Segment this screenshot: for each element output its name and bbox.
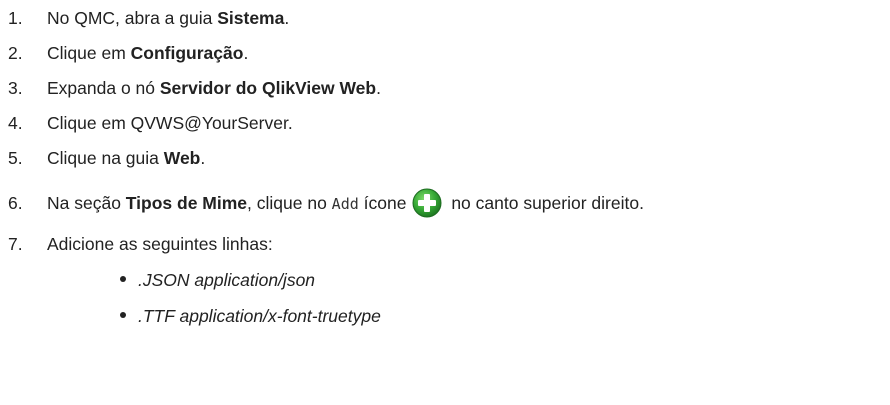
bullet-item: .JSON application/json xyxy=(120,265,315,295)
add-plus-circle-icon xyxy=(412,188,442,227)
ui-term: Servidor do QlikView Web xyxy=(159,78,377,98)
bullet-text: .JSON application/json xyxy=(138,270,316,290)
step-text: no canto superior direito. xyxy=(446,193,644,213)
code-term: Add xyxy=(331,195,359,213)
ui-term: Tipos de Mime xyxy=(125,193,248,213)
step-number: 6. xyxy=(8,193,23,213)
step-number: 7. xyxy=(8,234,23,254)
ui-term: Sistema xyxy=(217,8,285,28)
step-text: Clique em QVWS@YourServer. xyxy=(47,113,293,133)
step-number: 3. xyxy=(8,78,23,98)
step-text: ícone xyxy=(358,193,407,213)
step-text: Clique em xyxy=(47,43,131,63)
ui-term: Configuração xyxy=(130,43,244,63)
step-text: No QMC, abra a guia xyxy=(47,8,218,28)
step-number: 2. xyxy=(8,43,23,63)
step-text: Clique na guia xyxy=(47,148,164,168)
bullet-dot xyxy=(120,276,126,283)
step-text: Na seção xyxy=(47,193,126,213)
step-text: . xyxy=(243,43,249,63)
step-text: , clique no xyxy=(247,193,332,213)
step-number: 4. xyxy=(8,113,23,133)
step-text: . xyxy=(376,78,381,98)
step-text: Expanda o nó xyxy=(47,78,160,98)
step-number: 5. xyxy=(8,148,23,168)
step-text: . xyxy=(284,8,290,28)
bullet-dot xyxy=(120,312,126,319)
bullet-text: .TTF application/x-font-truetype xyxy=(138,306,381,326)
step-text: . xyxy=(200,148,206,168)
step-number: 1. xyxy=(8,8,23,28)
ui-term: Web xyxy=(163,148,201,168)
instructions-document: 1. No QMC, abra a guia Sistema. 2. Cliqu… xyxy=(0,0,890,405)
bullet-item: .TTF application/x-font-truetype xyxy=(120,301,381,331)
step-text: Adicione as seguintes linhas: xyxy=(47,234,273,254)
